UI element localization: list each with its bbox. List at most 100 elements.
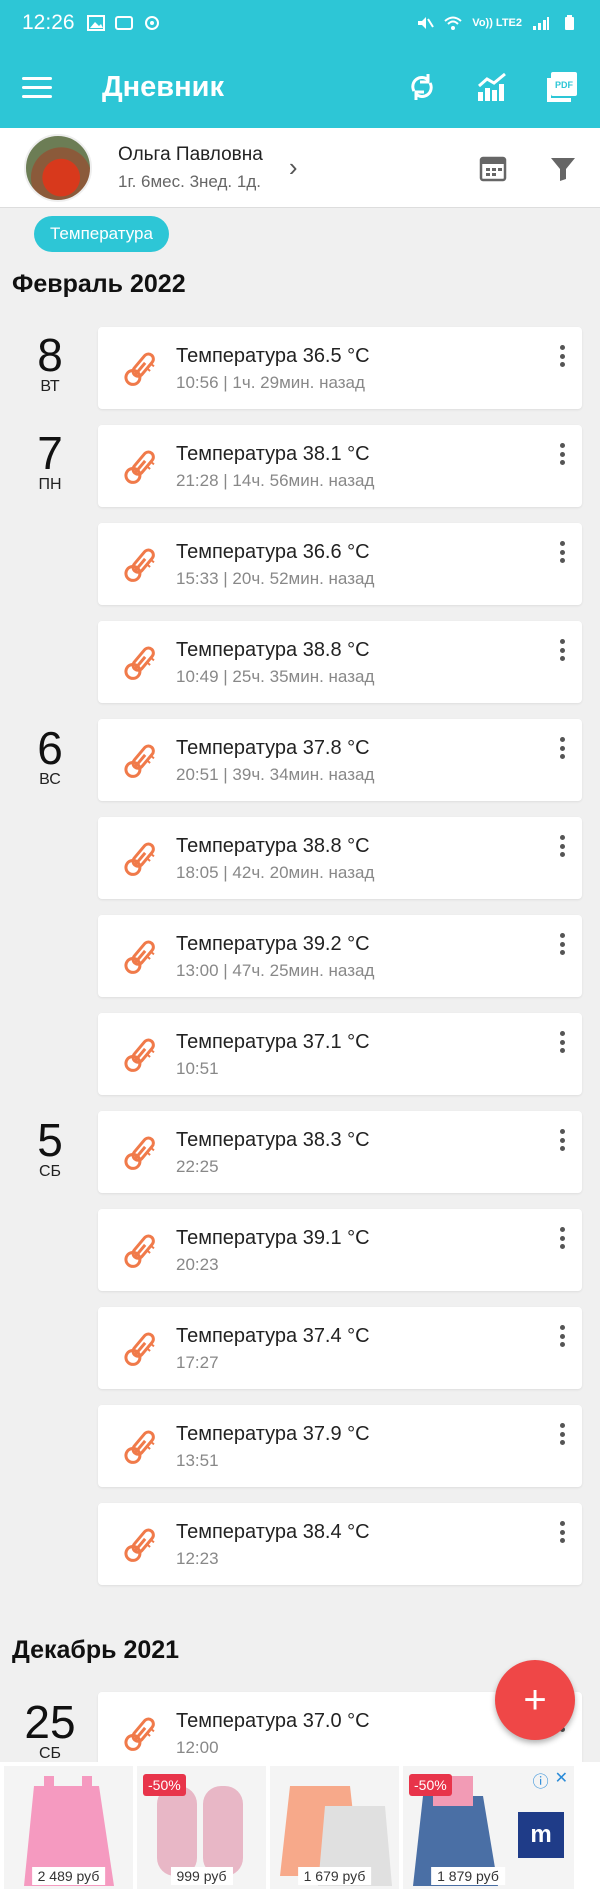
more-vert-icon[interactable] — [558, 1129, 566, 1151]
entry-time: 20:51 | 39ч. 34мин. назад — [176, 765, 375, 784]
thermometer-icon — [120, 447, 160, 487]
chevron-right-icon[interactable]: › — [289, 152, 298, 183]
app-notification-icon — [114, 16, 133, 30]
day-weekday: ПН — [38, 476, 62, 493]
battery-icon — [565, 15, 574, 30]
thermometer-icon — [120, 1329, 160, 1369]
filter-chip-temperature[interactable]: Температура — [34, 216, 169, 252]
more-vert-icon[interactable] — [558, 541, 566, 563]
entry-time: 20:23 — [176, 1255, 219, 1274]
diary-entry[interactable]: Температура 38.8 °C 10:49 | 25ч. 35мин. н… — [98, 621, 582, 703]
entry-title: Температура 38.1 °C — [176, 443, 370, 465]
ad-info-icon[interactable]: ⓘ — [533, 1768, 549, 1792]
add-entry-button[interactable]: + — [495, 1660, 575, 1740]
day-weekday: ВТ — [40, 378, 60, 395]
thermometer-icon — [120, 1035, 160, 1075]
entry-title: Температура 37.8 °C — [176, 737, 370, 759]
day-number: 6 — [37, 722, 63, 774]
thermometer-icon — [120, 741, 160, 781]
diary-entry[interactable]: Температура 38.4 °C 12:23 — [98, 1503, 582, 1585]
entry-time: 12:23 — [176, 1549, 219, 1568]
ad-price-4: 1 879 руб — [431, 1867, 505, 1885]
avatar[interactable] — [24, 133, 92, 202]
pinwheel-icon — [144, 16, 159, 30]
child-name: Ольга Павловна — [118, 143, 263, 165]
more-vert-icon[interactable] — [558, 835, 566, 857]
day-number: 25 — [24, 1696, 76, 1748]
entry-title: Температура 36.6 °C — [176, 541, 370, 563]
pdf-label: PDF — [555, 80, 574, 90]
entry-time: 22:25 — [176, 1157, 219, 1176]
ad-price-2: 999 руб — [170, 1867, 233, 1885]
diary-entry[interactable]: Температура 37.4 °C 17:27 — [98, 1307, 582, 1389]
diary-entry[interactable]: Температура 37.8 °C 20:51 | 39ч. 34мин. н… — [98, 719, 582, 801]
ad-discount-4: -50% — [409, 1774, 452, 1796]
thermometer-icon — [120, 1525, 160, 1565]
diary-entry[interactable]: Температура 39.1 °C 20:23 — [98, 1209, 582, 1291]
entry-time: 10:51 — [176, 1059, 219, 1078]
menu-icon[interactable] — [22, 67, 62, 107]
ad-product-3[interactable]: 1 679 руб — [270, 1766, 399, 1889]
day-weekday: СБ — [38, 1163, 62, 1180]
pdf-icon[interactable]: PDF — [542, 67, 582, 107]
calendar-icon[interactable] — [478, 153, 508, 183]
more-vert-icon[interactable] — [558, 737, 566, 759]
entry-title: Температура 37.4 °C — [176, 1325, 370, 1347]
entry-title: Температура 39.2 °C — [176, 933, 370, 955]
status-time: 12:26 — [22, 11, 75, 34]
ad-product-2[interactable]: -50% 999 руб — [137, 1766, 266, 1889]
close-icon[interactable]: ✕ — [555, 1768, 568, 1792]
sync-icon[interactable] — [402, 67, 442, 107]
ad-price-3: 1 679 руб — [297, 1867, 372, 1885]
thermometer-icon — [120, 937, 160, 977]
signal-icon — [533, 17, 549, 30]
more-vert-icon[interactable] — [558, 443, 566, 465]
thermometer-icon — [120, 839, 160, 879]
day-number: 7 — [37, 427, 63, 479]
child-profile[interactable]: Ольга Павловна 1г. 6мес. 3нед. 1д. › — [0, 128, 600, 208]
month-header: Февраль 2022 — [12, 270, 186, 298]
ad-product-4[interactable]: -50% 1 879 руб m ⓘ ✕ — [403, 1766, 574, 1889]
more-vert-icon[interactable] — [558, 933, 566, 955]
filter-icon[interactable] — [548, 153, 578, 183]
entry-title: Температура 38.8 °C — [176, 639, 370, 661]
more-vert-icon[interactable] — [558, 1325, 566, 1347]
entry-title: Температура 38.4 °C — [176, 1521, 370, 1543]
diary-entry[interactable]: Температура 38.3 °C 22:25 — [98, 1111, 582, 1193]
entry-title: Температура 36.5 °C — [176, 345, 370, 367]
more-vert-icon[interactable] — [558, 1521, 566, 1543]
ad-discount-2: -50% — [143, 1774, 186, 1796]
wifi-icon — [444, 16, 462, 30]
brand-logo[interactable]: m — [518, 1812, 564, 1858]
thermometer-icon — [120, 643, 160, 683]
ad-product-1[interactable]: 2 489 руб — [4, 1766, 133, 1889]
diary-entry[interactable]: Температура 37.9 °C 13:51 — [98, 1405, 582, 1487]
diary-entry[interactable]: Температура 37.1 °C 10:51 — [98, 1013, 582, 1095]
entry-time: 17:27 — [176, 1353, 219, 1372]
ad-banner[interactable]: 2 489 руб -50% 999 руб 1 679 руб -50% 1 … — [0, 1762, 600, 1893]
more-vert-icon[interactable] — [558, 1227, 566, 1249]
more-vert-icon[interactable] — [558, 639, 566, 661]
thermometer-icon — [120, 1714, 160, 1754]
diary-entry[interactable]: Температура 38.1 °C 21:28 | 14ч. 56мин. н… — [98, 425, 582, 507]
thermometer-icon — [120, 1231, 160, 1271]
gallery-icon — [86, 15, 105, 31]
diary-entry[interactable]: Температура 36.6 °C 15:33 | 20ч. 52мин. н… — [98, 523, 582, 605]
more-vert-icon[interactable] — [558, 1423, 566, 1445]
thermometer-icon — [120, 1133, 160, 1173]
entry-title: Температура 37.9 °C — [176, 1423, 370, 1445]
entry-title: Температура 37.0 °C — [176, 1710, 370, 1732]
stats-icon[interactable] — [472, 67, 512, 107]
entry-title: Температура 38.3 °C — [176, 1129, 370, 1151]
month-header: Декабрь 2021 — [12, 1636, 180, 1664]
more-vert-icon[interactable] — [558, 1031, 566, 1053]
diary-entry[interactable]: Температура 39.2 °C 13:00 | 47ч. 25мин. н… — [98, 915, 582, 997]
entry-time: 12:00 — [176, 1738, 219, 1757]
more-vert-icon[interactable] — [558, 345, 566, 367]
child-age: 1г. 6мес. 3нед. 1д. — [118, 171, 261, 191]
ad-price-1: 2 489 руб — [31, 1867, 106, 1885]
entry-time: 18:05 | 42ч. 20мин. назад — [176, 863, 375, 882]
diary-entry[interactable]: Температура 38.8 °C 18:05 | 42ч. 20мин. н… — [98, 817, 582, 899]
entry-time: 21:28 | 14ч. 56мин. назад — [176, 471, 375, 490]
diary-entry[interactable]: Температура 36.5 °C 10:56 | 1ч. 29мин. на… — [98, 327, 582, 409]
